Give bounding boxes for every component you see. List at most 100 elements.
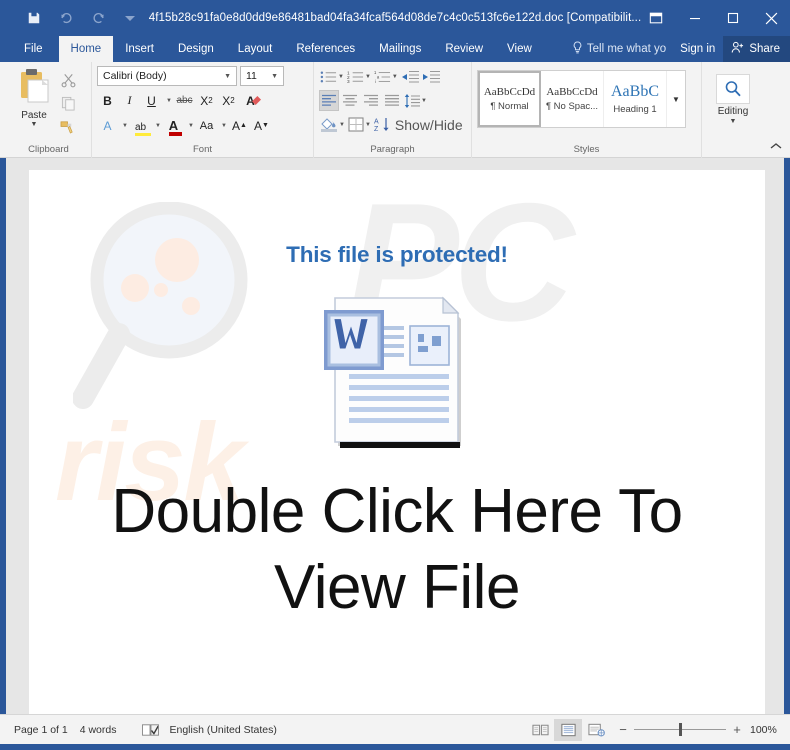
- zoom-slider[interactable]: [634, 723, 726, 736]
- customize-qat-icon[interactable]: [114, 5, 146, 31]
- web-layout-icon[interactable]: [582, 719, 610, 741]
- paste-button[interactable]: Paste ▼: [11, 66, 57, 128]
- tab-design[interactable]: Design: [166, 36, 226, 62]
- zoom-slider-thumb[interactable]: [679, 723, 683, 736]
- document-page[interactable]: PC risk This file is protected! Double C…: [29, 170, 765, 714]
- shrink-font-button[interactable]: A ▼: [251, 115, 272, 136]
- line-spacing-button[interactable]: ▼: [403, 90, 428, 111]
- print-layout-icon[interactable]: [554, 718, 582, 741]
- maximize-icon[interactable]: [714, 0, 752, 36]
- styles-more-caret-icon[interactable]: ▼: [667, 71, 685, 127]
- underline-button[interactable]: U: [141, 90, 162, 111]
- change-case-button[interactable]: Aa: [196, 115, 217, 136]
- minimize-icon[interactable]: [676, 0, 714, 36]
- word-count[interactable]: 4 words: [80, 724, 129, 736]
- copy-button[interactable]: [57, 93, 79, 113]
- paste-dropdown-caret-icon[interactable]: ▼: [31, 121, 38, 128]
- increase-indent-button[interactable]: [421, 66, 441, 87]
- show-formatting-marks-button[interactable]: Show/Hide: [394, 114, 464, 135]
- proofing-errors-icon[interactable]: [128, 723, 169, 737]
- subscript-button[interactable]: X2: [196, 90, 217, 111]
- font-size-caret-icon[interactable]: ▼: [268, 73, 281, 80]
- ribbon-display-options-icon[interactable]: [636, 0, 676, 36]
- save-icon[interactable]: [18, 5, 50, 31]
- clipboard-group-label: Clipboard: [28, 144, 69, 155]
- justify-button[interactable]: [382, 90, 402, 111]
- align-left-button[interactable]: [319, 90, 339, 111]
- tab-review[interactable]: Review: [433, 36, 495, 62]
- tab-insert[interactable]: Insert: [113, 36, 166, 62]
- zoom-out-button[interactable]: −: [618, 722, 628, 737]
- tab-mailings[interactable]: Mailings: [367, 36, 433, 62]
- protected-heading: This file is protected!: [286, 242, 508, 267]
- font-color-caret-icon[interactable]: ▼: [185, 115, 195, 136]
- font-name-caret-icon[interactable]: ▼: [221, 73, 234, 80]
- call-to-action-text: Double Click Here To View File: [111, 477, 683, 622]
- language-indicator[interactable]: English (United States): [169, 724, 288, 736]
- align-right-button[interactable]: [361, 90, 381, 111]
- format-painter-button[interactable]: [57, 116, 79, 136]
- svg-text:A: A: [374, 119, 379, 126]
- font-name-input[interactable]: Calibri (Body) ▼: [97, 66, 237, 86]
- ribbon: Paste ▼ Clipboard Calibri (Body) ▼ 11 ▼ …: [0, 62, 790, 158]
- clipboard-small-buttons: [57, 66, 79, 136]
- text-highlight-color-button[interactable]: ab: [130, 115, 151, 136]
- styles-group-label: Styles: [573, 144, 600, 155]
- editing-button[interactable]: Editing ▼: [707, 70, 759, 125]
- decrease-indent-button[interactable]: [400, 66, 420, 87]
- editing-caret-icon[interactable]: ▼: [730, 118, 737, 125]
- shading-button[interactable]: ▼: [319, 114, 346, 135]
- collapse-ribbon-icon[interactable]: [770, 141, 782, 153]
- page-indicator[interactable]: Page 1 of 1: [14, 724, 80, 736]
- center-button[interactable]: [340, 90, 360, 111]
- cut-button[interactable]: [57, 70, 79, 90]
- tab-file[interactable]: File: [8, 36, 59, 62]
- bullets-button[interactable]: ▼: [319, 66, 345, 87]
- grow-font-button[interactable]: A ▲: [229, 115, 250, 136]
- quick-access-toolbar: [0, 5, 146, 31]
- multilevel-list-button[interactable]: 1ai ▼: [373, 66, 399, 87]
- sort-button[interactable]: AZ: [373, 114, 393, 135]
- font-name-value: Calibri (Body): [103, 70, 167, 82]
- zoom-level[interactable]: 100%: [750, 724, 780, 736]
- underline-caret-icon[interactable]: ▼: [163, 90, 173, 111]
- title-bar: 4f15b28c91fa0e8d0dd9e86481bad04fa34fcaf5…: [0, 0, 790, 36]
- svg-text:Z: Z: [374, 126, 379, 132]
- tab-references[interactable]: References: [284, 36, 367, 62]
- font-color-button[interactable]: A: [163, 115, 184, 136]
- undo-icon[interactable]: [50, 5, 82, 31]
- clear-formatting-button[interactable]: A: [240, 90, 262, 111]
- bold-button[interactable]: B: [97, 90, 118, 111]
- style-heading-1[interactable]: AaBbC Heading 1: [604, 71, 667, 127]
- superscript-button[interactable]: X2: [218, 90, 239, 111]
- font-group-label: Font: [192, 144, 212, 155]
- change-case-caret-icon[interactable]: ▼: [218, 115, 228, 136]
- font-size-input[interactable]: 11 ▼: [240, 66, 284, 86]
- italic-button[interactable]: I: [119, 90, 140, 111]
- style-normal[interactable]: AaBbCcDd ¶ Normal: [478, 71, 541, 127]
- strikethrough-button[interactable]: abc: [174, 90, 195, 111]
- status-bar-right: − + 100%: [526, 718, 780, 741]
- style-normal-sample: AaBbCcDd: [483, 86, 536, 98]
- zoom-in-button[interactable]: +: [732, 722, 742, 737]
- close-icon[interactable]: [752, 0, 790, 36]
- word-document-icon[interactable]: [29, 290, 765, 468]
- text-effects-button[interactable]: A: [97, 115, 118, 136]
- tab-layout[interactable]: Layout: [226, 36, 285, 62]
- search-icon: [716, 74, 750, 104]
- numbering-button[interactable]: 123 ▼: [346, 66, 372, 87]
- text-effects-caret-icon[interactable]: ▼: [119, 115, 129, 136]
- sign-in-button[interactable]: Sign in: [672, 36, 723, 62]
- zoom-control: − +: [618, 722, 742, 737]
- borders-button[interactable]: ▼: [347, 114, 372, 135]
- redo-icon[interactable]: [82, 5, 114, 31]
- style-no-spacing[interactable]: AaBbCcDd ¶ No Spac...: [541, 71, 604, 127]
- tab-view[interactable]: View: [495, 36, 544, 62]
- share-button[interactable]: Share: [723, 36, 790, 62]
- tab-home[interactable]: Home: [58, 36, 114, 62]
- ribbon-group-paragraph: ▼ 123 ▼ 1ai ▼ ▼ ▼ ▼ A Z Show/Hide Paragr…: [314, 62, 472, 158]
- read-mode-icon[interactable]: [526, 719, 554, 741]
- tell-me-search[interactable]: Tell me what yo: [568, 36, 672, 62]
- highlight-caret-icon[interactable]: ▼: [152, 115, 162, 136]
- styles-gallery: AaBbCcDd ¶ Normal AaBbCcDd ¶ No Spac... …: [477, 70, 686, 128]
